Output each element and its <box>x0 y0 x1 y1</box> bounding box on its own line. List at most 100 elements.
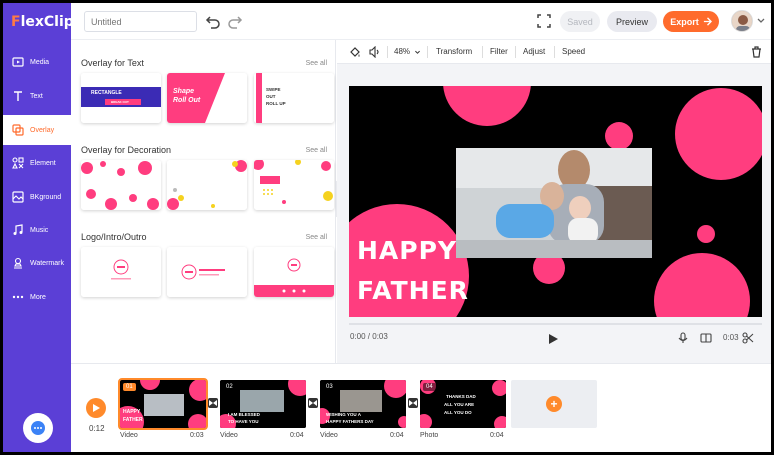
overlay-thumb-dots-pink[interactable] <box>81 160 161 210</box>
volume-icon[interactable] <box>369 46 381 58</box>
thumb-text: SWIPE <box>266 87 281 92</box>
project-title-input[interactable] <box>84 11 197 32</box>
text-icon <box>14 91 22 101</box>
adjust-button[interactable]: Adjust <box>523 47 545 56</box>
chat-support-button[interactable] <box>23 413 53 443</box>
sidebar-item-label: Music <box>30 226 49 234</box>
timeline-play-button[interactable] <box>86 398 106 418</box>
zoom-value[interactable]: 48% <box>394 47 410 56</box>
logo-thumb-3[interactable] <box>254 247 334 297</box>
play-icon[interactable] <box>547 333 559 345</box>
timeline-clip-2[interactable]: 02 I AM BLESSED TO HAVE YOU <box>220 380 306 428</box>
timeline-clip-4[interactable]: 04 THANKS DAD ALL YOU ARE ALL YOU DO <box>420 380 506 428</box>
speed-button[interactable]: Speed <box>562 47 585 56</box>
export-button[interactable]: Export <box>663 11 719 32</box>
canvas-text-line1[interactable]: HAPPY <box>357 236 457 265</box>
play-icon <box>93 404 100 412</box>
chevron-down-icon[interactable] <box>756 16 766 26</box>
section-title: Overlay for Decoration <box>81 145 172 155</box>
undo-icon[interactable] <box>205 13 221 29</box>
more-icon <box>12 295 24 299</box>
chevron-down-icon[interactable] <box>414 49 421 56</box>
logo-thumb-1[interactable] <box>81 247 161 297</box>
sidebar-item-text[interactable]: Text <box>3 81 71 111</box>
clip-number: 04 <box>423 383 436 391</box>
clip-type: Video <box>320 432 338 439</box>
sidebar-item-label: More <box>30 293 46 301</box>
clip-duration: 0:04 <box>490 432 504 439</box>
clip-duration: 0:04 <box>290 432 304 439</box>
chat-icon <box>31 421 45 435</box>
toolbar-divider <box>554 46 555 58</box>
section-title: Overlay for Text <box>81 58 144 68</box>
clip-caption: FATHER <box>123 417 143 423</box>
logo-text: lexClip <box>20 13 74 30</box>
toolbar-divider <box>387 46 388 58</box>
fullscreen-icon[interactable] <box>537 14 551 28</box>
transition-icon[interactable] <box>308 398 318 408</box>
filter-button[interactable]: Filter <box>490 47 508 56</box>
sidebar-item-label: Overlay <box>30 126 55 134</box>
microphone-icon[interactable] <box>677 332 689 344</box>
clip-duration: 0:04 <box>390 432 404 439</box>
playback-time: 0:00 / 0:03 <box>350 332 388 341</box>
clip-caption: THANKS DAD <box>446 394 476 399</box>
overlay-thumb-rectangle[interactable]: RECTANGLE BREAK OUT <box>81 73 161 123</box>
transition-icon[interactable] <box>408 398 418 408</box>
clip-caption: HAPPY <box>123 409 141 415</box>
section-title: Logo/Intro/Outro <box>81 232 147 242</box>
trash-icon[interactable] <box>751 46 762 58</box>
logo[interactable]: FlexClip <box>3 3 74 40</box>
scissors-icon[interactable] <box>742 332 754 344</box>
see-all-link[interactable]: See all <box>306 234 327 241</box>
music-icon <box>13 224 23 235</box>
overlay-icon <box>12 124 24 136</box>
overlay-thumb-dots-mixed[interactable] <box>167 160 247 210</box>
toolbar-divider <box>482 46 483 58</box>
aspect-ratio-icon[interactable] <box>700 332 712 344</box>
fill-icon[interactable] <box>349 46 361 58</box>
transform-button[interactable]: Transform <box>436 47 472 56</box>
sidebar-item-music[interactable]: Music <box>3 215 71 245</box>
overlay-thumb-shapes[interactable] <box>254 160 334 210</box>
sidebar-item-more[interactable]: More <box>3 282 71 312</box>
sidebar-item-watermark[interactable]: Watermark <box>3 248 71 278</box>
overlay-thumb-shape[interactable]: Shape Roll Out <box>167 73 247 123</box>
video-canvas[interactable]: HAPPY FATHER <box>349 86 762 317</box>
clip-caption: I AM BLESSED <box>228 412 260 417</box>
user-avatar[interactable] <box>731 10 753 32</box>
overlay-panel: Overlay for Text See all RECTANGLE BREAK… <box>71 40 336 363</box>
add-clip-button[interactable]: + <box>511 380 597 428</box>
element-icon <box>12 157 24 169</box>
timeline-clip-1[interactable]: 01 HAPPY FATHER <box>118 378 208 430</box>
sidebar-item-element[interactable]: Element <box>3 148 71 178</box>
sidebar-item-bkground[interactable]: BKground <box>3 182 71 212</box>
video-thumbnail[interactable] <box>456 148 652 258</box>
redo-icon[interactable] <box>227 13 243 29</box>
clip-number: 01 <box>123 383 136 391</box>
sidebar-item-label: Element <box>30 159 56 167</box>
media-icon <box>12 57 24 67</box>
clip-caption: TO HAVE YOU <box>228 419 259 424</box>
overlay-thumb-swipe[interactable]: SWIPE OUT ROLL UP <box>254 73 334 123</box>
playback-progress[interactable] <box>349 323 762 325</box>
sidebar-item-media[interactable]: Media <box>3 47 71 77</box>
clip-number: 02 <box>223 383 236 391</box>
timeline-clip-3[interactable]: 03 WISHING YOU A HAPPY FATHERS DAY <box>320 380 406 428</box>
preview-button[interactable]: Preview <box>607 11 657 32</box>
canvas-text-line2[interactable]: FATHER <box>357 276 469 305</box>
thumb-text: ROLL UP <box>266 101 286 106</box>
clip-caption: ALL YOU DO <box>444 410 472 415</box>
sidebar: Media Text Overlay Element BKground Musi… <box>3 40 71 452</box>
toolbar-divider <box>427 46 428 58</box>
see-all-link[interactable]: See all <box>306 147 327 154</box>
thumb-text: OUT <box>266 94 276 99</box>
transition-icon[interactable] <box>208 398 218 408</box>
sidebar-item-label: Text <box>30 92 43 100</box>
sidebar-item-label: BKground <box>30 193 62 201</box>
sidebar-item-overlay[interactable]: Overlay <box>3 115 71 145</box>
thumb-text: RECTANGLE <box>91 90 122 96</box>
logo-thumb-2[interactable] <box>167 247 247 297</box>
clip-caption: ALL YOU ARE <box>444 402 475 407</box>
see-all-link[interactable]: See all <box>306 60 327 67</box>
